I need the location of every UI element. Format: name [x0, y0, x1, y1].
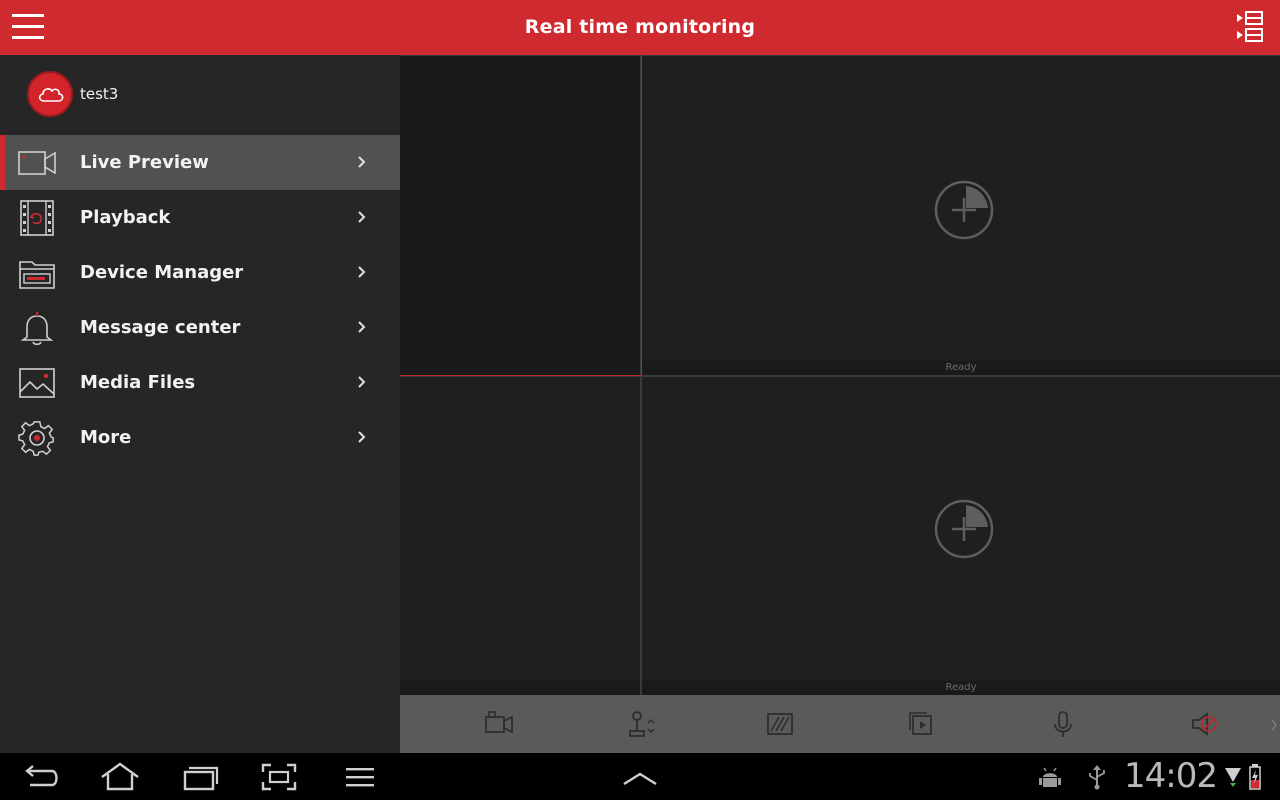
dvr-device-icon — [18, 254, 56, 292]
add-camera-icon[interactable] — [934, 180, 994, 240]
chevron-right-icon — [356, 154, 368, 170]
video-pane-4[interactable]: Ready — [642, 377, 1280, 695]
system-navigation-bar: 14:02 — [0, 753, 1280, 800]
menu-item-label: Media Files — [80, 372, 196, 393]
chevron-right-icon[interactable] — [1270, 717, 1278, 731]
gear-icon — [18, 419, 56, 457]
menu-item-label: Message center — [80, 317, 241, 338]
video-pane-1[interactable] — [400, 56, 640, 375]
navigation-drawer: test3 Live Preview Playback Device Manag… — [0, 55, 400, 753]
pane-status — [400, 361, 640, 375]
menu-item-playback[interactable]: Playback — [0, 190, 400, 245]
menu-item-media-files[interactable]: Media Files — [0, 355, 400, 410]
chevron-right-icon — [356, 319, 368, 335]
record-icon[interactable] — [482, 707, 516, 741]
page-title: Real time monitoring — [524, 16, 756, 38]
user-profile[interactable]: test3 — [0, 55, 400, 135]
recent-apps-icon[interactable] — [178, 761, 222, 793]
chevron-right-icon — [356, 374, 368, 390]
user-name: test3 — [80, 85, 119, 103]
image-icon — [18, 364, 56, 402]
selected-pane-border — [641, 55, 642, 376]
system-clock: 14:02 — [1124, 756, 1218, 796]
menu-icon[interactable] — [338, 761, 382, 793]
chevron-right-icon — [356, 264, 368, 280]
video-grid: Ready Ready — [400, 55, 1280, 695]
wifi-icon — [1224, 766, 1242, 792]
video-pane-2[interactable]: Ready — [642, 56, 1280, 375]
pane-status: Ready — [945, 362, 977, 373]
image-quality-icon[interactable] — [763, 707, 797, 741]
bell-icon — [18, 309, 56, 347]
menu-item-live-preview[interactable]: Live Preview — [0, 135, 400, 190]
microphone-icon[interactable] — [1046, 707, 1080, 741]
back-icon[interactable] — [18, 761, 62, 793]
android-debug-icon — [1038, 766, 1062, 794]
pane-status — [400, 681, 640, 695]
selected-pane-border — [400, 375, 641, 376]
screenshot-playback-icon[interactable] — [905, 707, 939, 741]
split-layout-icon[interactable] — [1236, 11, 1264, 43]
menu-item-label: Playback — [80, 207, 171, 228]
chevron-right-icon — [356, 429, 368, 445]
cloud-icon — [27, 71, 73, 117]
ptz-control-icon[interactable] — [624, 707, 658, 741]
menu-item-message-center[interactable]: Message center — [0, 300, 400, 355]
video-toolbar — [400, 695, 1280, 753]
menu-item-device-manager[interactable]: Device Manager — [0, 245, 400, 300]
menu-item-label: More — [80, 427, 132, 448]
video-camera-icon — [18, 144, 56, 182]
film-playback-icon — [18, 199, 56, 237]
usb-icon — [1086, 764, 1108, 794]
battery-icon — [1249, 764, 1261, 794]
menu-item-label: Device Manager — [80, 262, 244, 283]
drawer-menu: Live Preview Playback Device Manager Mes… — [0, 135, 400, 465]
video-pane-3[interactable] — [400, 377, 640, 695]
menu-item-more[interactable]: More — [0, 410, 400, 465]
chevron-right-icon — [356, 209, 368, 225]
chevron-up-icon[interactable] — [618, 761, 662, 793]
pane-status: Ready — [945, 682, 977, 693]
app-header: Real time monitoring — [0, 0, 1280, 55]
mute-icon[interactable] — [1188, 707, 1222, 741]
add-camera-icon[interactable] — [934, 499, 994, 559]
screenshot-icon[interactable] — [257, 761, 301, 793]
home-icon[interactable] — [98, 761, 142, 793]
menu-item-label: Live Preview — [80, 152, 209, 173]
